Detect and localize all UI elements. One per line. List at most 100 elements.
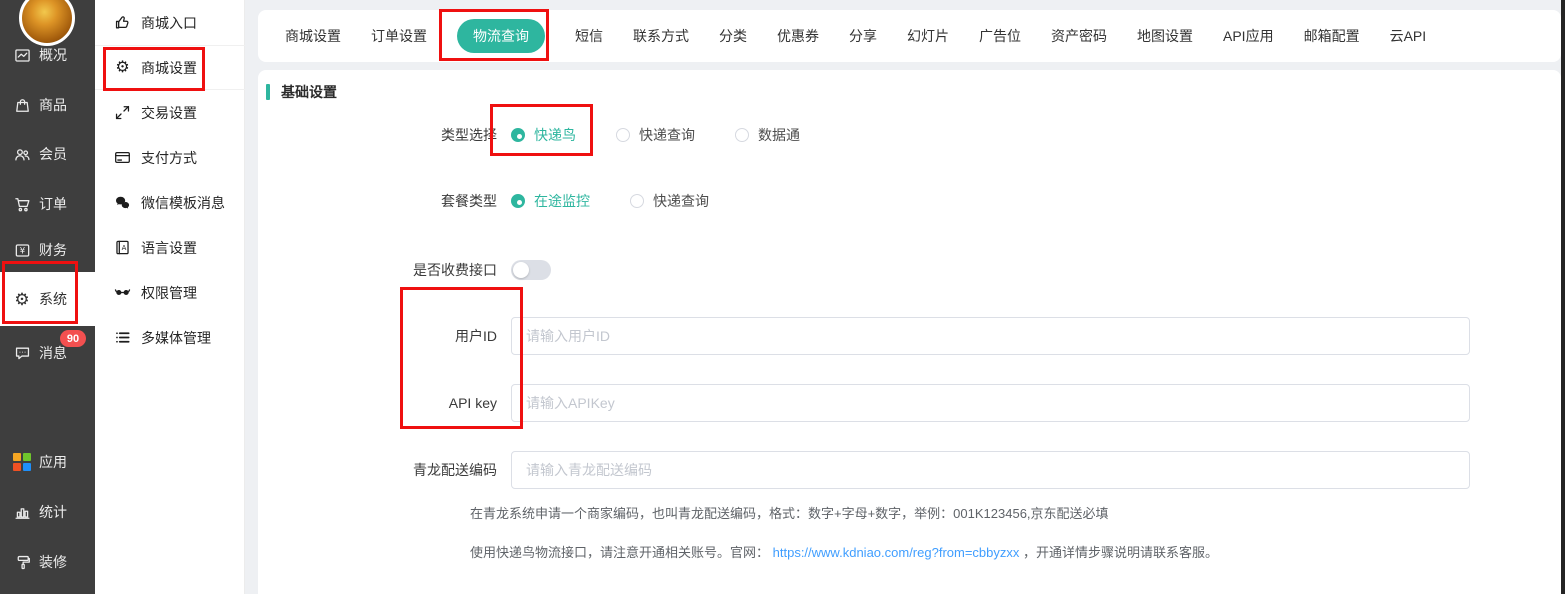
sidebar-item-会员[interactable]: 会员 bbox=[0, 131, 95, 177]
api-key-row: API key bbox=[258, 384, 1545, 422]
submenu-item-label: 交易设置 bbox=[141, 103, 197, 123]
tab-订单设置[interactable]: 订单设置 bbox=[371, 26, 427, 46]
message-icon bbox=[13, 344, 31, 362]
submenu-item-label: 权限管理 bbox=[141, 283, 197, 303]
goods-icon bbox=[13, 96, 31, 114]
sidebar-item-label: 统计 bbox=[39, 502, 67, 522]
sidebar-item-label: 概况 bbox=[39, 45, 67, 65]
primary-sidebar: 概况商品会员订单 ¥ 财务 ⚙ 系统消息90 应用统计装修 bbox=[0, 0, 95, 594]
tab-短信[interactable]: 短信 bbox=[575, 26, 603, 46]
submenu-item-交易设置[interactable]: 交易设置 bbox=[95, 90, 245, 135]
tab-幻灯片[interactable]: 幻灯片 bbox=[907, 26, 949, 46]
decorate-icon bbox=[13, 553, 31, 571]
sidebar-item-label: 系统 bbox=[39, 289, 67, 309]
kdniao-link[interactable]: https://www.kdniao.com/reg?from=cbbyzxx bbox=[773, 545, 1020, 560]
radio-option-在途监控[interactable]: 在途监控 bbox=[511, 191, 590, 211]
tab-API应用[interactable]: API应用 bbox=[1223, 26, 1274, 46]
tab-云API[interactable]: 云API bbox=[1390, 26, 1427, 46]
tab-商城设置[interactable]: 商城设置 bbox=[285, 26, 341, 46]
submenu-item-label: 支付方式 bbox=[141, 148, 197, 168]
sidebar-item-订单[interactable]: 订单 bbox=[0, 181, 95, 227]
submenu-item-语言设置[interactable]: A 语言设置 bbox=[95, 225, 245, 270]
sidebar-item-label: 会员 bbox=[39, 144, 67, 164]
fee-toggle-row: 是否收费接口 bbox=[258, 260, 1545, 280]
submenu-item-商城设置[interactable]: ⚙商城设置 bbox=[95, 45, 245, 90]
tab-分享[interactable]: 分享 bbox=[849, 26, 877, 46]
submenu-item-label: 商城入口 bbox=[141, 13, 197, 33]
radio-icon[interactable] bbox=[616, 128, 630, 142]
qinglong-code-row: 青龙配送编码 bbox=[258, 451, 1545, 489]
overview-icon bbox=[13, 46, 31, 64]
apps-icon bbox=[13, 453, 31, 471]
api-key-input[interactable] bbox=[511, 384, 1470, 422]
user-id-input[interactable] bbox=[511, 317, 1470, 355]
logistics-settings-panel: 基础设置 类型选择 快递鸟快递查询数据通 套餐类型 在途监控快递查询 是否收费接… bbox=[258, 70, 1561, 594]
submenu-item-多媒体管理[interactable]: 多媒体管理 bbox=[95, 315, 245, 360]
radio-option-label: 在途监控 bbox=[534, 191, 590, 211]
sidebar-item-应用[interactable]: 应用 bbox=[0, 439, 95, 485]
sidebar-item-概况[interactable]: 概况 bbox=[0, 32, 95, 78]
user-id-label: 用户ID bbox=[258, 326, 497, 346]
submenu-item-label: 语言设置 bbox=[141, 238, 197, 258]
type-select-label: 类型选择 bbox=[258, 125, 497, 145]
radio-option-label: 快递鸟 bbox=[534, 125, 576, 145]
tab-分类[interactable]: 分类 bbox=[719, 26, 747, 46]
tab-资产密码[interactable]: 资产密码 bbox=[1051, 26, 1107, 46]
section-header: 基础设置 bbox=[266, 82, 337, 102]
sidebar-item-商品[interactable]: 商品 bbox=[0, 82, 95, 128]
radio-icon[interactable] bbox=[511, 194, 525, 208]
type-select-row: 类型选择 快递鸟 快递查询 数据通 bbox=[258, 125, 1545, 145]
unread-count-badge: 90 bbox=[60, 330, 86, 347]
fee-toggle-switch[interactable] bbox=[511, 260, 551, 280]
radio-icon[interactable] bbox=[511, 128, 525, 142]
submenu-item-支付方式[interactable]: 支付方式 bbox=[95, 135, 245, 180]
qinglong-help-text: 在青龙系统申请一个商家编码，也叫青龙配送编码，格式：数字+字母+数字，举例：00… bbox=[470, 503, 1109, 522]
members-icon bbox=[13, 145, 31, 163]
sidebar-item-label: 应用 bbox=[39, 452, 67, 472]
sidebar-item-label: 财务 bbox=[39, 240, 67, 260]
window-right-edge bbox=[1561, 0, 1565, 594]
kdniao-help-prefix: 使用快递鸟物流接口，请注意开通相关账号。官网： bbox=[470, 545, 769, 560]
fee-toggle-label: 是否收费接口 bbox=[258, 260, 497, 280]
permission-glasses-icon bbox=[114, 284, 131, 301]
kdniao-help-suffix: ，开通详情步骤说明请联系客服。 bbox=[1023, 545, 1218, 560]
radio-option-快递查询[interactable]: 快递查询 bbox=[616, 125, 695, 145]
sidebar-item-财务[interactable]: ¥ 财务 bbox=[0, 227, 95, 273]
radio-option-数据通[interactable]: 数据通 bbox=[735, 125, 800, 145]
system-gear-icon: ⚙ bbox=[13, 290, 31, 308]
annotation-box-logistics-tab bbox=[439, 9, 549, 61]
api-key-label: API key bbox=[258, 395, 497, 411]
toggle-knob bbox=[513, 262, 529, 278]
radio-icon[interactable] bbox=[630, 194, 644, 208]
radio-icon[interactable] bbox=[735, 128, 749, 142]
tab-物流查询[interactable]: 物流查询 bbox=[457, 19, 545, 53]
tab-优惠券[interactable]: 优惠券 bbox=[777, 26, 819, 46]
tab-邮箱配置[interactable]: 邮箱配置 bbox=[1304, 26, 1360, 46]
submenu-item-label: 商城设置 bbox=[141, 58, 197, 78]
trade-arrows-icon bbox=[114, 104, 131, 121]
radio-option-快递鸟[interactable]: 快递鸟 bbox=[511, 125, 576, 145]
finance-icon: ¥ bbox=[13, 241, 31, 259]
credit-card-icon bbox=[114, 149, 131, 166]
qinglong-code-input[interactable] bbox=[511, 451, 1470, 489]
tab-联系方式[interactable]: 联系方式 bbox=[633, 26, 689, 46]
settings-tab-bar: 商城设置 订单设置 物流查询 短信 联系方式 分类 优惠券 分享 幻灯片 广告位 资产密码 地图设置 A… bbox=[258, 10, 1561, 62]
language-book-icon: A bbox=[114, 239, 131, 256]
stats-icon bbox=[13, 503, 31, 521]
submenu-item-微信模板消息[interactable]: 微信模板消息 bbox=[95, 180, 245, 225]
submenu-item-商城入口[interactable]: 商城入口 bbox=[95, 0, 245, 45]
qinglong-code-label: 青龙配送编码 bbox=[258, 460, 497, 480]
radio-option-快递查询[interactable]: 快递查询 bbox=[630, 191, 709, 211]
sidebar-item-label: 商品 bbox=[39, 95, 67, 115]
section-accent-bar bbox=[266, 84, 270, 100]
sidebar-item-label: 消息 bbox=[39, 343, 67, 363]
sidebar-item-装修[interactable]: 装修 bbox=[0, 539, 95, 585]
sidebar-item-系统[interactable]: ⚙ 系统 bbox=[0, 272, 95, 326]
svg-text:A: A bbox=[122, 244, 127, 252]
sidebar-item-消息[interactable]: 消息90 bbox=[0, 330, 95, 376]
tab-广告位[interactable]: 广告位 bbox=[979, 26, 1021, 46]
sidebar-item-统计[interactable]: 统计 bbox=[0, 489, 95, 535]
tab-地图设置[interactable]: 地图设置 bbox=[1137, 26, 1193, 46]
submenu-item-label: 微信模板消息 bbox=[141, 193, 225, 213]
submenu-item-权限管理[interactable]: 权限管理 bbox=[95, 270, 245, 315]
